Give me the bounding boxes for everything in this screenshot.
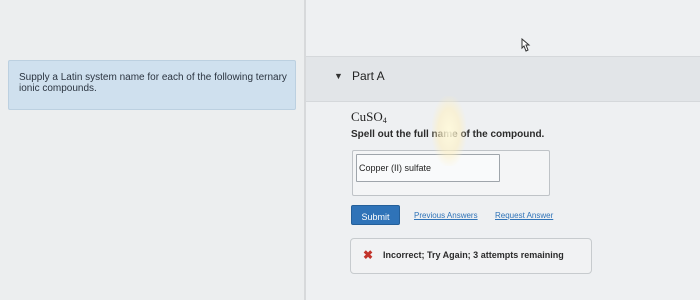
previous-answers-link[interactable]: Previous Answers [414,211,478,220]
left-panel: Supply a Latin system name for each of t… [0,0,306,300]
feedback-box: ✖ Incorrect; Try Again; 3 attempts remai… [350,238,592,274]
question-instruction: Spell out the full name of the compound. [351,129,545,140]
submit-button[interactable]: Submit [351,205,400,225]
formula-subscript: 4 [382,116,387,125]
formula-main: CuSO [351,109,383,124]
feedback-text: Incorrect; Try Again; 3 attempts remaini… [383,250,564,260]
intro-text: Supply a Latin system name for each of t… [19,72,287,94]
answer-area [352,150,550,196]
request-answer-link[interactable]: Request Answer [495,211,553,220]
mouse-cursor-icon [521,38,531,52]
answer-input[interactable] [356,154,500,182]
part-title[interactable]: Part A [352,69,385,83]
part-a-header[interactable]: ▼ Part A [306,56,700,102]
x-icon: ✖ [363,248,374,262]
right-panel: ▼ Part A CuSO4 Spell out the full name o… [306,0,700,300]
chevron-down-icon[interactable]: ▼ [334,71,343,81]
compound-formula: CuSO4 [351,109,387,125]
intro-box: Supply a Latin system name for each of t… [8,60,296,110]
